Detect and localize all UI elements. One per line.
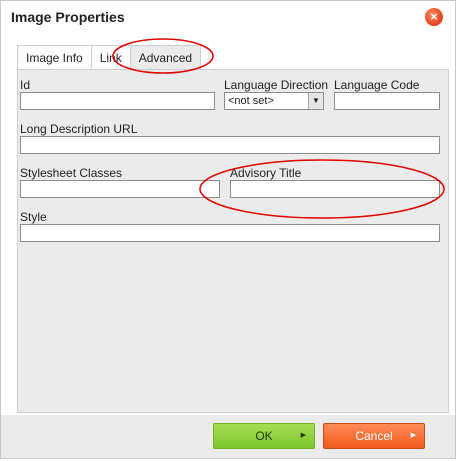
advisory-title-label: Advisory Title (230, 166, 302, 180)
advisory-title-input[interactable] (230, 180, 440, 198)
chevron-down-icon: ▼ (308, 93, 323, 109)
long-description-url-input[interactable] (20, 136, 440, 154)
dialog-titlebar[interactable]: Image Properties × (1, 1, 455, 35)
advanced-panel: Id Language Direction <not set> ▼ Langua… (17, 69, 449, 413)
language-direction-select[interactable]: <not set> ▼ (224, 92, 324, 110)
language-code-label: Language Code (334, 78, 420, 92)
style-label: Style (20, 210, 47, 224)
cancel-button[interactable]: Cancel ▶ (323, 423, 425, 449)
dialog-footer: OK ▶ Cancel ▶ (1, 415, 455, 458)
stylesheet-classes-input[interactable] (20, 180, 220, 198)
image-properties-dialog: Image Properties × Image Info Link Advan… (0, 0, 456, 459)
dialog-title: Image Properties (11, 9, 125, 25)
id-input[interactable] (20, 92, 215, 110)
ok-button[interactable]: OK ▶ (213, 423, 315, 449)
cancel-button-label: Cancel (355, 429, 393, 443)
tab-link[interactable]: Link (90, 45, 131, 70)
ok-button-label: OK (255, 429, 273, 443)
arrow-right-icon: ▶ (410, 432, 416, 439)
long-description-url-label: Long Description URL (20, 122, 138, 136)
stylesheet-classes-label: Stylesheet Classes (20, 166, 123, 180)
language-code-input[interactable] (334, 92, 440, 110)
arrow-right-icon: ▶ (300, 432, 306, 439)
id-label: Id (20, 78, 31, 92)
tab-image-info[interactable]: Image Info (17, 45, 92, 70)
style-input[interactable] (20, 224, 440, 242)
tab-advanced[interactable]: Advanced (129, 45, 202, 71)
dialog-body: Image Info Link Advanced Id Language Dir… (9, 37, 449, 413)
language-direction-label: Language Direction (224, 78, 329, 92)
close-icon[interactable]: × (425, 8, 443, 26)
tab-bar: Image Info Link Advanced (17, 45, 202, 71)
language-direction-value: <not set> (228, 95, 274, 107)
